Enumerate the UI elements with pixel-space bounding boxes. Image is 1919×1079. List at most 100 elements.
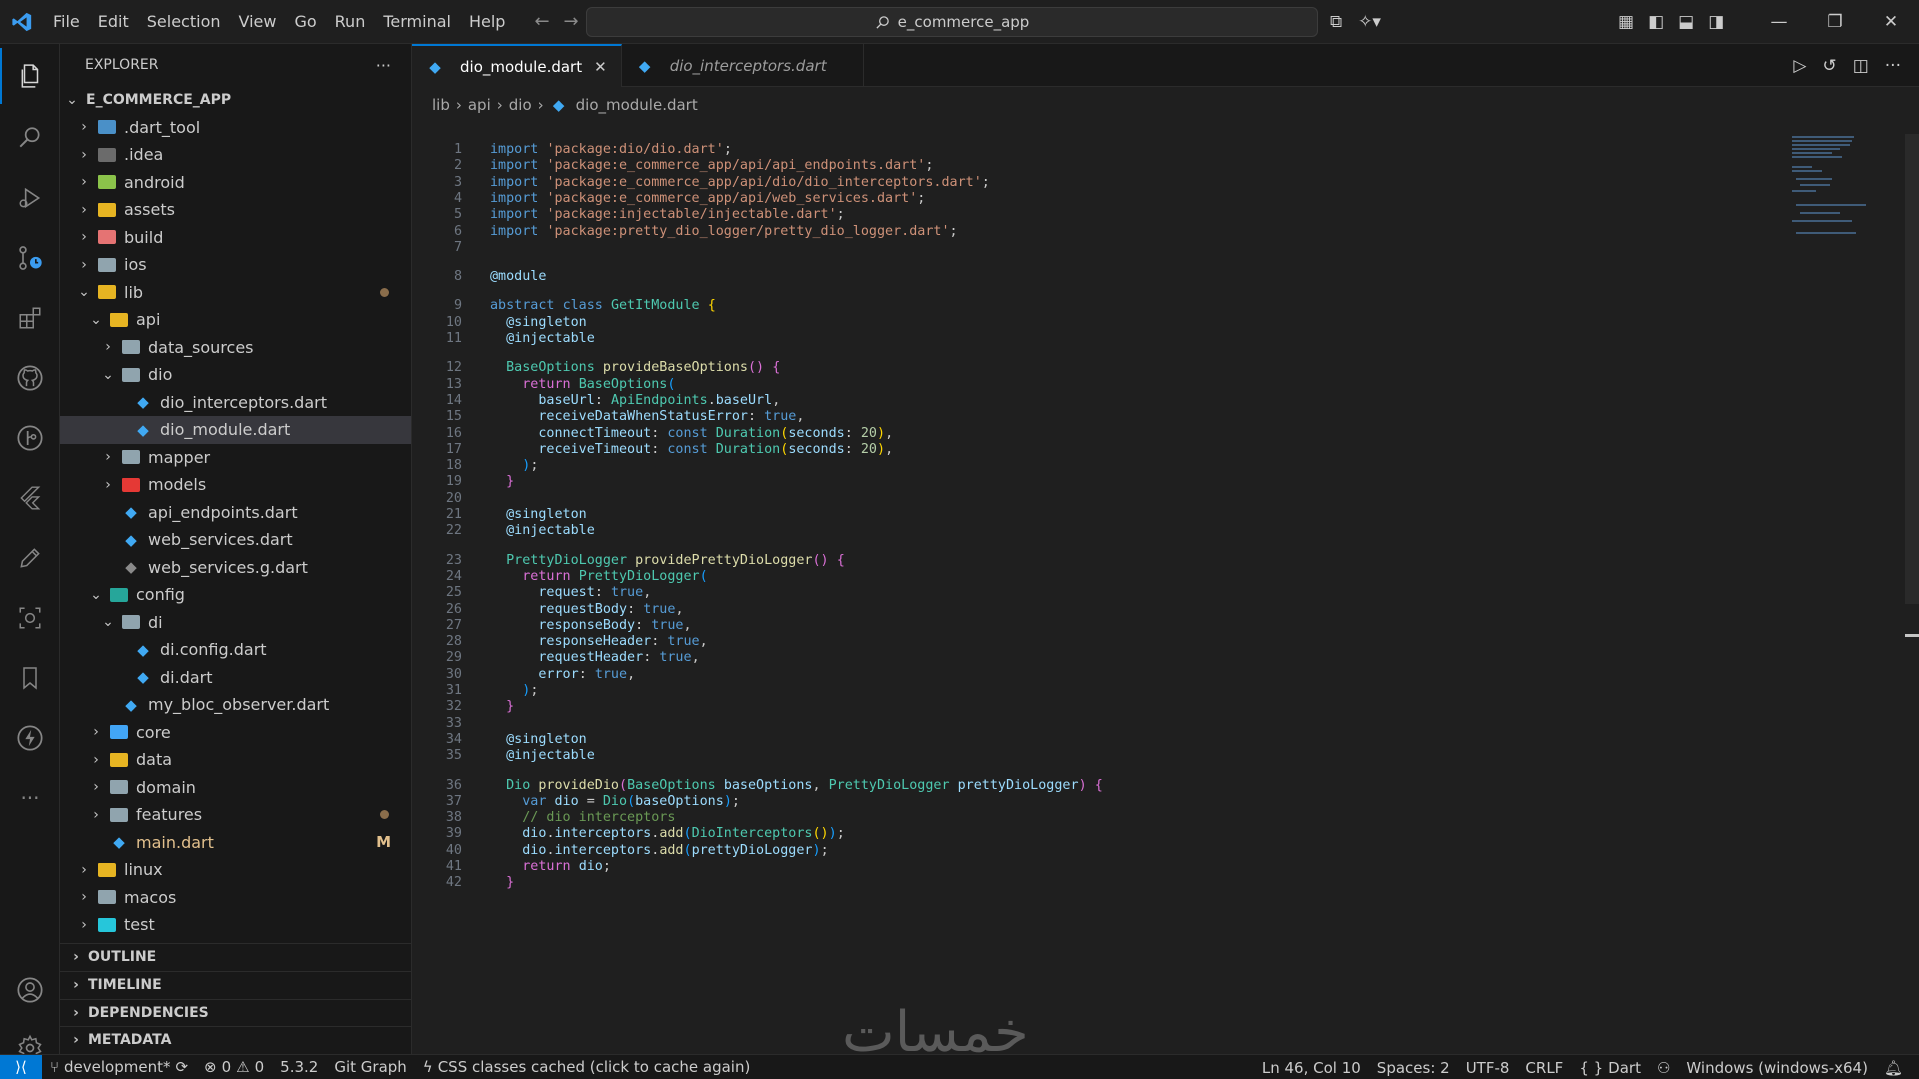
code-line[interactable]: );: [490, 683, 538, 698]
code-line[interactable]: );: [490, 458, 538, 473]
code-line[interactable]: error: true,: [490, 667, 635, 682]
tree-item[interactable]: › .idea: [60, 141, 411, 169]
workspace-root[interactable]: ⌄ E_COMMERCE_APP: [60, 86, 411, 114]
remote-explorer-icon[interactable]: [0, 590, 60, 646]
flutter-icon[interactable]: [0, 470, 60, 526]
section-metadata[interactable]: › METADATA: [60, 1026, 412, 1053]
tree-item[interactable]: ⌄ config: [60, 581, 411, 609]
toggle-panel-icon[interactable]: ⬓: [1678, 12, 1694, 32]
code-line[interactable]: import 'package:e_commerce_app/api/dio/d…: [490, 175, 990, 190]
more-actions-icon[interactable]: ···: [1885, 56, 1901, 76]
indentation[interactable]: Spaces: 2: [1369, 1059, 1458, 1077]
breadcrumb-lib[interactable]: lib: [432, 96, 450, 114]
run-icon[interactable]: ▷: [1793, 56, 1806, 76]
code-line[interactable]: return dio;: [490, 859, 611, 874]
tree-item[interactable]: › assets: [60, 196, 411, 224]
css-cache-button[interactable]: ϟ CSS classes cached (click to cache aga…: [415, 1058, 759, 1076]
tree-item[interactable]: ◆ web_services.dart: [60, 526, 411, 554]
vertical-scrollbar[interactable]: [1905, 134, 1919, 604]
menu-selection[interactable]: Selection: [138, 0, 230, 44]
run-debug-icon[interactable]: [0, 170, 60, 226]
tree-item[interactable]: › domain: [60, 774, 411, 802]
code-line[interactable]: receiveDataWhenStatusError: true,: [490, 409, 804, 424]
section-dependencies[interactable]: › DEPENDENCIES: [60, 999, 412, 1026]
code-line[interactable]: requestHeader: true,: [490, 650, 699, 665]
tree-item[interactable]: ⌄ api: [60, 306, 411, 334]
code-line[interactable]: @injectable: [490, 523, 595, 538]
tree-item[interactable]: › test: [60, 911, 411, 939]
tree-item[interactable]: › data: [60, 746, 411, 774]
notifications-bell-icon[interactable]: 🔔︎: [1876, 1059, 1911, 1077]
git-graph-button[interactable]: Git Graph: [326, 1058, 414, 1076]
code-line[interactable]: dio.interceptors.add(prettyDioLogger);: [490, 843, 828, 858]
tree-item[interactable]: ◆ my_bloc_observer.dart: [60, 691, 411, 719]
more-views-icon[interactable]: ···: [0, 770, 60, 826]
code-line[interactable]: responseBody: true,: [490, 618, 691, 633]
code-line[interactable]: BaseOptions provideBaseOptions() {: [490, 360, 780, 375]
explorer-icon[interactable]: [0, 48, 60, 104]
account-icon[interactable]: [0, 962, 60, 1018]
menu-help[interactable]: Help: [460, 0, 514, 44]
problems-indicator[interactable]: ⊗ 0 ⚠ 0: [196, 1058, 272, 1076]
remote-icon[interactable]: ⟩⟨: [0, 1054, 42, 1079]
code-line[interactable]: Dio provideDio(BaseOptions baseOptions, …: [490, 778, 1103, 793]
menu-view[interactable]: View: [230, 0, 286, 44]
code-line[interactable]: }: [490, 875, 514, 890]
tab-dio-interceptors[interactable]: ◆ dio_interceptors.dart: [622, 44, 864, 87]
code-line[interactable]: responseHeader: true,: [490, 634, 707, 649]
open-external-icon[interactable]: ⧉: [1330, 12, 1342, 32]
code-line[interactable]: import 'package:dio/dio.dart';: [490, 142, 732, 157]
tree-item[interactable]: ⌄ lib: [60, 279, 411, 307]
code-line[interactable]: return PrettyDioLogger(: [490, 569, 707, 584]
tree-item[interactable]: ◆ di.config.dart: [60, 636, 411, 664]
tree-item[interactable]: › build: [60, 224, 411, 252]
code-line[interactable]: var dio = Dio(baseOptions);: [490, 794, 740, 809]
copilot-sparkle-icon[interactable]: ✧▾: [1358, 12, 1381, 32]
tree-item[interactable]: › data_sources: [60, 334, 411, 362]
close-window-icon[interactable]: ✕: [1863, 0, 1919, 44]
explorer-more-icon[interactable]: ···: [376, 56, 391, 75]
code-line[interactable]: @singleton: [490, 732, 587, 747]
code-line[interactable]: requestBody: true,: [490, 602, 683, 617]
history-icon[interactable]: ↺: [1822, 56, 1836, 76]
github-icon[interactable]: [0, 350, 60, 406]
extensions-icon[interactable]: [0, 290, 60, 346]
tree-item[interactable]: ⌄ di: [60, 609, 411, 637]
code-line[interactable]: request: true,: [490, 585, 651, 600]
tree-item[interactable]: ◆ api_endpoints.dart: [60, 499, 411, 527]
command-center-search[interactable]: e_commerce_app: [586, 7, 1318, 37]
encoding[interactable]: UTF-8: [1458, 1059, 1518, 1077]
git-graph-icon[interactable]: [0, 410, 60, 466]
tree-item[interactable]: › ios: [60, 251, 411, 279]
code-line[interactable]: // dio interceptors: [490, 810, 675, 825]
line-ending[interactable]: CRLF: [1517, 1059, 1571, 1077]
bookmark-icon[interactable]: [0, 650, 60, 706]
tab-dio-module[interactable]: ◆ dio_module.dart ✕: [412, 44, 622, 87]
code-line[interactable]: dio.interceptors.add(DioInterceptors());: [490, 826, 845, 841]
section-outline[interactable]: › OUTLINE: [60, 943, 412, 970]
tree-item[interactable]: › mapper: [60, 444, 411, 472]
tree-item[interactable]: ◆ web_services.g.dart: [60, 554, 411, 582]
tree-item[interactable]: › android: [60, 169, 411, 197]
tree-item[interactable]: › macos: [60, 884, 411, 912]
search-view-icon[interactable]: [0, 110, 60, 166]
language-mode[interactable]: { } Dart: [1571, 1059, 1649, 1077]
section-timeline[interactable]: › TIMELINE: [60, 971, 412, 998]
code-line[interactable]: @module: [490, 269, 546, 284]
menu-go[interactable]: Go: [285, 0, 325, 44]
restore-icon[interactable]: ❐: [1807, 0, 1863, 44]
code-line[interactable]: @singleton: [490, 315, 587, 330]
tree-item[interactable]: › models: [60, 471, 411, 499]
code-line[interactable]: abstract class GetItModule {: [490, 298, 716, 313]
toggle-secondary-sidebar-icon[interactable]: ◨: [1708, 12, 1724, 32]
customize-layout-icon[interactable]: ▦: [1618, 12, 1634, 32]
code-line[interactable]: import 'package:e_commerce_app/api/web_s…: [490, 191, 925, 206]
breadcrumb-dio[interactable]: dio: [509, 96, 532, 114]
tree-item[interactable]: ⌄ dio: [60, 361, 411, 389]
toggle-sidebar-icon[interactable]: ◧: [1648, 12, 1664, 32]
code-line[interactable]: @injectable: [490, 748, 595, 763]
menu-edit[interactable]: Edit: [89, 0, 138, 44]
copilot-status-icon[interactable]: ⚇: [1649, 1059, 1678, 1077]
tree-item[interactable]: › .dart_tool: [60, 114, 411, 142]
code-line[interactable]: baseUrl: ApiEndpoints.baseUrl,: [490, 393, 780, 408]
